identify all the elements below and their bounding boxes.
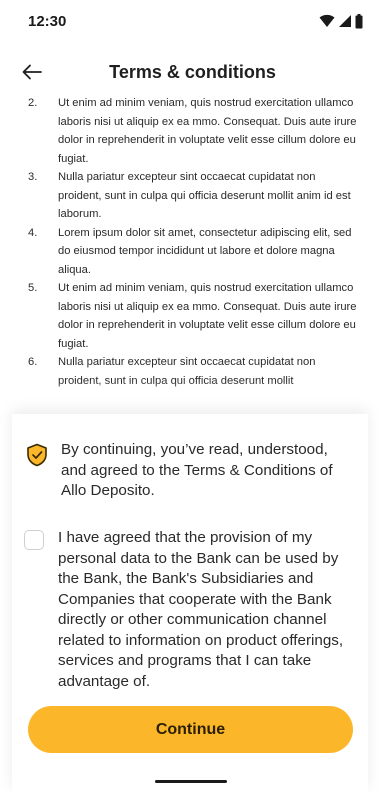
battery-icon [355, 13, 363, 28]
continue-button[interactable]: Continue [28, 706, 353, 753]
term-number: 2. [28, 97, 38, 109]
consent-checkbox[interactable] [24, 530, 44, 550]
term-text: Lorem ipsum dolor sit amet, consectetur … [58, 226, 352, 276]
scroll-fade [0, 380, 385, 418]
term-text: Ut enim ad minim veniam, quis nostrud ex… [58, 97, 357, 165]
status-time: 12:30 [28, 13, 67, 30]
terms-list[interactable]: 2. Ut enim ad minim veniam, quis nostrud… [28, 94, 358, 414]
list-item: 5. Ut enim ad minim veniam, quis nostrud… [28, 279, 358, 353]
term-number: 3. [28, 171, 38, 183]
list-item: 2. Ut enim ad minim veniam, quis nostrud… [28, 94, 358, 168]
term-text: Ut enim ad minim veniam, quis nostrud ex… [58, 282, 357, 350]
app-bar: Terms & conditions [0, 52, 385, 92]
home-indicator [155, 780, 227, 783]
term-text: Nulla pariatur excepteur sint occaecat c… [58, 171, 351, 220]
info-text: By continuing, you’ve read, understood, … [61, 441, 333, 499]
consent-row[interactable]: I have agreed that the provision of my p… [24, 528, 354, 692]
list-item: 3. Nulla pariatur excepteur sint occaeca… [28, 168, 358, 224]
signal-icon [339, 15, 351, 27]
page-title: Terms & conditions [109, 62, 276, 82]
term-number: 5. [28, 282, 38, 294]
term-number: 4. [28, 226, 38, 239]
consent-text: I have agreed that the provision of my p… [58, 529, 344, 690]
list-item: 4. Lorem ipsum dolor sit amet, consectet… [28, 224, 358, 280]
status-icons [319, 13, 363, 29]
consent-sheet: By continuing, you’ve read, understood, … [12, 414, 368, 792]
info-notice: By continuing, you’ve read, understood, … [26, 440, 356, 502]
wifi-icon [319, 14, 335, 27]
shield-check-icon [27, 443, 47, 467]
status-bar: 12:30 [0, 0, 385, 40]
